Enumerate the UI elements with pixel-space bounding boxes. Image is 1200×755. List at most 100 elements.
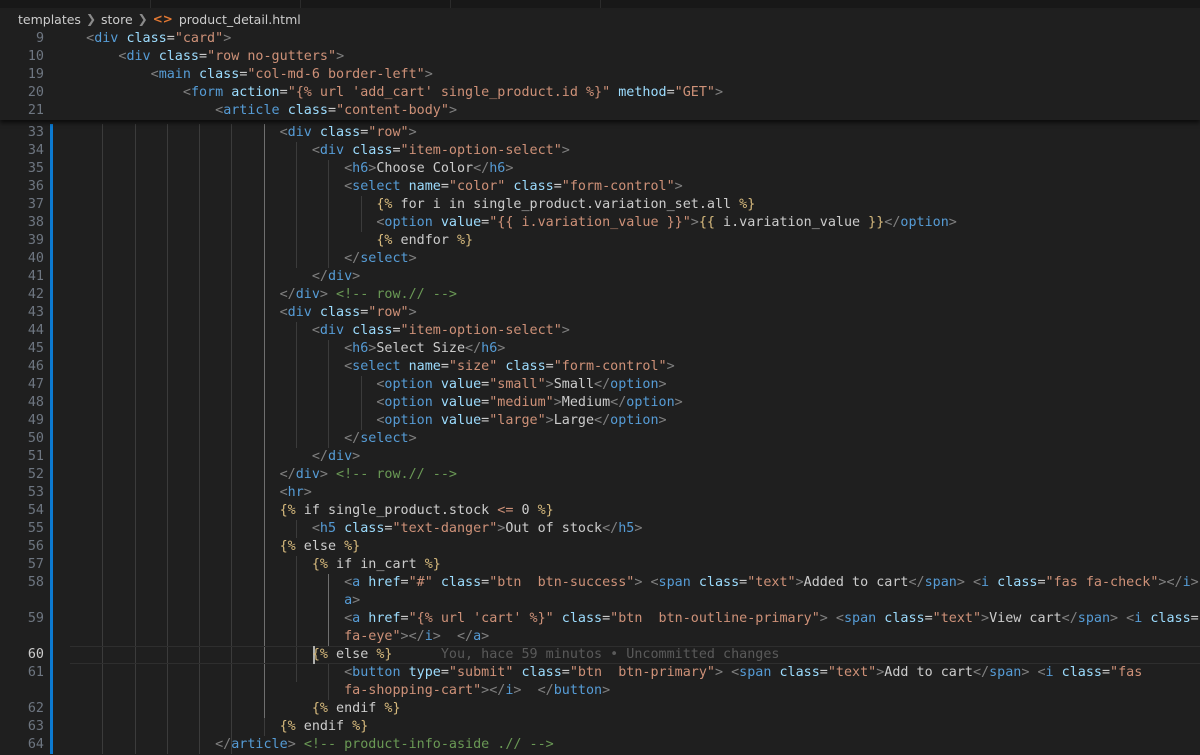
- line-code: <a href="#" class="btn btn-success"> <sp…: [70, 574, 1200, 592]
- code-line[interactable]: 34 <div class="item-option-select">: [0, 142, 1200, 160]
- code-line[interactable]: 47 <option value="small">Small</option>: [0, 376, 1200, 394]
- code-token: =: [819, 665, 828, 680]
- line-number: 21: [27, 103, 44, 118]
- code-token: >: [690, 215, 699, 230]
- code-token: "medium": [489, 395, 554, 410]
- code-line[interactable]: 9 <div class="card">: [0, 30, 1200, 48]
- code-line[interactable]: 33 <div class="row">: [0, 124, 1200, 142]
- code-token: button: [553, 683, 603, 698]
- code-line[interactable]: 54 {% if single_product.stock <= 0 %}: [0, 502, 1200, 520]
- code-token: if single_product.stock: [295, 503, 498, 518]
- code-token: option: [610, 413, 659, 428]
- code-line[interactable]: 57 {% if in_cart %}: [0, 556, 1200, 574]
- code-line[interactable]: 46 <select name="size" class="form-contr…: [0, 358, 1200, 376]
- code-token: =: [553, 179, 562, 194]
- code-line[interactable]: fa-shopping-cart"></i> </button>: [0, 682, 1200, 700]
- code-token: option: [384, 377, 433, 392]
- code-token: </: [610, 395, 627, 410]
- code-token: class: [319, 305, 361, 320]
- code-line[interactable]: 63 {% endif %}: [0, 718, 1200, 736]
- code-token: >: [561, 323, 570, 338]
- code-line[interactable]: 21 <article class="content-body">: [0, 102, 1200, 120]
- code-token: >: [674, 179, 683, 194]
- line-number: 43: [27, 305, 44, 320]
- code-token: >: [561, 143, 570, 158]
- code-line[interactable]: 55 <h5 class="text-danger">Out of stock<…: [0, 520, 1200, 538]
- code-token: i: [1045, 665, 1054, 680]
- code-line[interactable]: 51 </div>: [0, 448, 1200, 466]
- code-token: </: [311, 269, 328, 284]
- sticky-scroll-header[interactable]: 9 <div class="card"> 10 <div class="row n…: [0, 30, 1200, 120]
- line-number: 19: [27, 67, 44, 82]
- line-number: 52: [27, 467, 44, 482]
- line-code: </div>: [70, 448, 360, 466]
- line-code: </select>: [70, 250, 417, 268]
- code-line[interactable]: 39 {% endfor %}: [0, 232, 1200, 250]
- code-token: class: [505, 359, 546, 374]
- code-line[interactable]: 42 </div> <!-- row.// -->: [0, 286, 1200, 304]
- code-token: h5: [618, 521, 635, 536]
- code-token: value: [440, 215, 482, 230]
- code-line[interactable]: fa-eye"></i> </a>: [0, 628, 1200, 646]
- code-line[interactable]: 41 </div>: [0, 268, 1200, 286]
- code-line[interactable]: 19 <main class="col-md-6 border-left">: [0, 66, 1200, 84]
- code-token: class: [779, 665, 820, 680]
- code-line[interactable]: 58 <a href="#" class="btn btn-success"> …: [0, 574, 1200, 592]
- line-number: 47: [27, 377, 44, 392]
- code-token: <: [344, 611, 353, 626]
- code-line[interactable]: 60 {% else %} You, hace 59 minutos • Unc…: [0, 646, 1200, 664]
- code-line[interactable]: 38 <option value="{{ i.variation_value }…: [0, 214, 1200, 232]
- code-token: "content-body": [336, 103, 449, 118]
- code-token: %}: [384, 701, 401, 716]
- line-code: </div> <!-- row.// -->: [70, 466, 457, 484]
- code-token: "item-option-select": [400, 143, 562, 158]
- code-token: i.variation_value: [714, 215, 869, 230]
- breadcrumb-item-store[interactable]: store: [101, 12, 133, 27]
- code-line[interactable]: 35 <h6>Choose Color</h6>: [0, 160, 1200, 178]
- code-token: button: [352, 665, 401, 680]
- code-token: h5: [319, 521, 337, 536]
- code-token: Choose Color: [376, 161, 474, 176]
- code-token: <: [1037, 665, 1046, 680]
- code-line[interactable]: 48 <option value="medium">Medium</option…: [0, 394, 1200, 412]
- code-line[interactable]: 10 <div class="row no-gutters">: [0, 48, 1200, 66]
- line-code: {% endfor %}: [70, 232, 473, 250]
- code-line[interactable]: 45 <h6>Select Size</h6>: [0, 340, 1200, 358]
- code-token: class: [352, 323, 393, 338]
- code-line[interactable]: 62 {% endif %}: [0, 700, 1200, 718]
- line-number: 10: [27, 49, 44, 64]
- breadcrumb: templates ❯ store ❯ <> product_detail.ht…: [0, 8, 1200, 30]
- breadcrumb-file[interactable]: product_detail.html: [179, 12, 301, 27]
- code-line[interactable]: 53 <hr>: [0, 484, 1200, 502]
- code-line[interactable]: 43 <div class="row">: [0, 304, 1200, 322]
- code-line[interactable]: 64 </article> <!-- product-info-aside ./…: [0, 736, 1200, 754]
- code-line[interactable]: 40 </select>: [0, 250, 1200, 268]
- breadcrumb-item-templates[interactable]: templates: [18, 12, 81, 27]
- code-editor[interactable]: 9 <div class="card"> 10 <div class="row n…: [0, 30, 1200, 755]
- code-token: </: [594, 377, 611, 392]
- code-line[interactable]: 59 <a href="{% url 'cart' %}" class="btn…: [0, 610, 1200, 628]
- code-line[interactable]: a>: [0, 592, 1200, 610]
- code-line[interactable]: 50 </select>: [0, 430, 1200, 448]
- code-token: "text": [932, 611, 982, 626]
- code-line[interactable]: 52 </div> <!-- row.// -->: [0, 466, 1200, 484]
- code-line[interactable]: 37 {% for i in single_product.variation_…: [0, 196, 1200, 214]
- code-line[interactable]: 44 <div class="item-option-select">: [0, 322, 1200, 340]
- code-token: h6: [481, 341, 498, 356]
- code-line[interactable]: 61 <button type="submit" class="btn btn-…: [0, 664, 1200, 682]
- line-number: 62: [27, 701, 44, 716]
- code-token: "fas fa-check": [1045, 575, 1159, 590]
- code-line[interactable]: 36 <select name="color" class="form-cont…: [0, 178, 1200, 196]
- code-line[interactable]: 56 {% else %}: [0, 538, 1200, 556]
- code-token: </: [311, 449, 328, 464]
- line-number: 50: [27, 431, 44, 446]
- code-line[interactable]: 49 <option value="large">Large</option>: [0, 412, 1200, 430]
- line-code: <option value="small">Small</option>: [70, 376, 666, 394]
- code-line[interactable]: 20 <form action="{% url 'add_cart' singl…: [0, 84, 1200, 102]
